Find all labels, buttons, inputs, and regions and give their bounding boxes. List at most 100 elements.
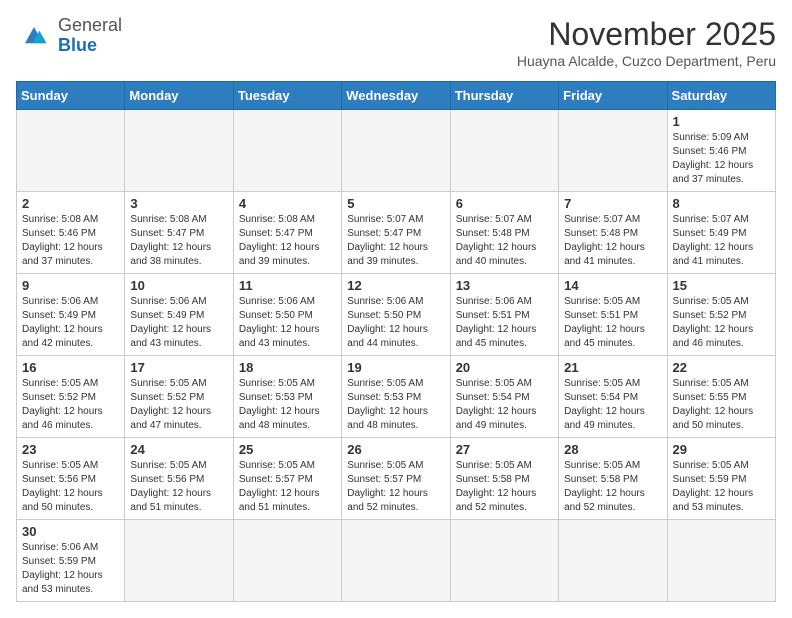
- day-info: Sunrise: 5:06 AM Sunset: 5:50 PM Dayligh…: [347, 295, 444, 351]
- day-number: 24: [130, 442, 227, 457]
- day-number: 4: [239, 196, 336, 211]
- weekday-header-saturday: Saturday: [667, 82, 775, 110]
- day-info: Sunrise: 5:05 AM Sunset: 5:54 PM Dayligh…: [456, 377, 553, 433]
- day-info: Sunrise: 5:06 AM Sunset: 5:49 PM Dayligh…: [22, 295, 119, 351]
- calendar-cell: 3Sunrise: 5:08 AM Sunset: 5:47 PM Daylig…: [125, 192, 233, 274]
- logo-blue: Blue: [58, 35, 97, 55]
- calendar-cell: 11 Sunrise: 5:06 AM Sunset: 5:50 PM Dayli…: [233, 274, 341, 356]
- day-number: 22: [673, 360, 770, 375]
- day-info: Sunrise: 5:05 AM Sunset: 5:55 PM Dayligh…: [673, 377, 770, 433]
- day-number: 9: [22, 278, 119, 293]
- calendar-cell: [667, 520, 775, 602]
- day-number: 11: [239, 278, 336, 293]
- day-info: Sunrise: 5:05 AM Sunset: 5:52 PM Dayligh…: [673, 295, 770, 351]
- day-info: Sunrise: 5:05 AM Sunset: 5:51 PM Dayligh…: [564, 295, 661, 351]
- day-number: 1: [673, 114, 770, 129]
- weekday-header-friday: Friday: [559, 82, 667, 110]
- calendar-week-6: 30Sunrise: 5:06 AM Sunset: 5:59 PM Dayli…: [17, 520, 776, 602]
- day-number: 29: [673, 442, 770, 457]
- weekday-header-wednesday: Wednesday: [342, 82, 450, 110]
- calendar-cell: 23 Sunrise: 5:05 AM Sunset: 5:56 PM Dayli…: [17, 438, 125, 520]
- day-number: 18: [239, 360, 336, 375]
- calendar-cell: 24 Sunrise: 5:05 AM Sunset: 5:56 PM Dayli…: [125, 438, 233, 520]
- calendar-cell: 22 Sunrise: 5:05 AM Sunset: 5:55 PM Dayli…: [667, 356, 775, 438]
- weekday-header-monday: Monday: [125, 82, 233, 110]
- calendar-cell: [450, 110, 558, 192]
- day-number: 23: [22, 442, 119, 457]
- title-block: November 2025 Huayna Alcalde, Cuzco Depa…: [517, 16, 776, 69]
- calendar-cell: [559, 520, 667, 602]
- day-info: Sunrise: 5:05 AM Sunset: 5:56 PM Dayligh…: [130, 459, 227, 515]
- calendar-cell: 12 Sunrise: 5:06 AM Sunset: 5:50 PM Dayli…: [342, 274, 450, 356]
- day-info: Sunrise: 5:07 AM Sunset: 5:49 PM Dayligh…: [673, 213, 770, 269]
- calendar-cell: 27Sunrise: 5:05 AM Sunset: 5:58 PM Dayli…: [450, 438, 558, 520]
- calendar-cell: 28 Sunrise: 5:05 AM Sunset: 5:58 PM Dayli…: [559, 438, 667, 520]
- day-info: Sunrise: 5:05 AM Sunset: 5:53 PM Dayligh…: [347, 377, 444, 433]
- calendar-cell: [450, 520, 558, 602]
- day-number: 8: [673, 196, 770, 211]
- calendar-cell: [17, 110, 125, 192]
- day-info: Sunrise: 5:05 AM Sunset: 5:53 PM Dayligh…: [239, 377, 336, 433]
- page-header: General Blue November 2025 Huayna Alcald…: [16, 16, 776, 69]
- logo-general: General: [58, 15, 122, 35]
- day-info: Sunrise: 5:07 AM Sunset: 5:48 PM Dayligh…: [456, 213, 553, 269]
- calendar-cell: 21 Sunrise: 5:05 AM Sunset: 5:54 PM Dayli…: [559, 356, 667, 438]
- calendar-cell: 26 Sunrise: 5:05 AM Sunset: 5:57 PM Dayli…: [342, 438, 450, 520]
- day-number: 28: [564, 442, 661, 457]
- weekday-header-sunday: Sunday: [17, 82, 125, 110]
- day-info: Sunrise: 5:08 AM Sunset: 5:47 PM Dayligh…: [239, 213, 336, 269]
- calendar-week-2: 2Sunrise: 5:08 AM Sunset: 5:46 PM Daylig…: [17, 192, 776, 274]
- calendar-cell: [125, 110, 233, 192]
- logo-icon: [16, 18, 52, 54]
- day-info: Sunrise: 5:05 AM Sunset: 5:54 PM Dayligh…: [564, 377, 661, 433]
- calendar-cell: 17Sunrise: 5:05 AM Sunset: 5:52 PM Dayli…: [125, 356, 233, 438]
- day-number: 21: [564, 360, 661, 375]
- day-info: Sunrise: 5:05 AM Sunset: 5:58 PM Dayligh…: [456, 459, 553, 515]
- calendar-cell: 30Sunrise: 5:06 AM Sunset: 5:59 PM Dayli…: [17, 520, 125, 602]
- day-number: 26: [347, 442, 444, 457]
- day-number: 19: [347, 360, 444, 375]
- day-number: 13: [456, 278, 553, 293]
- calendar-cell: 10Sunrise: 5:06 AM Sunset: 5:49 PM Dayli…: [125, 274, 233, 356]
- day-info: Sunrise: 5:05 AM Sunset: 5:52 PM Dayligh…: [22, 377, 119, 433]
- calendar-table: SundayMondayTuesdayWednesdayThursdayFrid…: [16, 81, 776, 602]
- calendar-cell: 9 Sunrise: 5:06 AM Sunset: 5:49 PM Daylig…: [17, 274, 125, 356]
- day-number: 6: [456, 196, 553, 211]
- day-info: Sunrise: 5:05 AM Sunset: 5:57 PM Dayligh…: [347, 459, 444, 515]
- calendar-cell: 14 Sunrise: 5:05 AM Sunset: 5:51 PM Dayli…: [559, 274, 667, 356]
- day-number: 2: [22, 196, 119, 211]
- calendar-cell: [559, 110, 667, 192]
- day-number: 5: [347, 196, 444, 211]
- calendar-cell: 6 Sunrise: 5:07 AM Sunset: 5:48 PM Daylig…: [450, 192, 558, 274]
- day-info: Sunrise: 5:05 AM Sunset: 5:58 PM Dayligh…: [564, 459, 661, 515]
- calendar-cell: [342, 520, 450, 602]
- logo-text: General Blue: [58, 16, 122, 56]
- day-info: Sunrise: 5:09 AM Sunset: 5:46 PM Dayligh…: [673, 131, 770, 187]
- day-info: Sunrise: 5:07 AM Sunset: 5:47 PM Dayligh…: [347, 213, 444, 269]
- calendar-cell: 19 Sunrise: 5:05 AM Sunset: 5:53 PM Dayli…: [342, 356, 450, 438]
- day-number: 3: [130, 196, 227, 211]
- calendar-cell: 7Sunrise: 5:07 AM Sunset: 5:48 PM Daylig…: [559, 192, 667, 274]
- calendar-week-1: 1 Sunrise: 5:09 AM Sunset: 5:46 PM Daylig…: [17, 110, 776, 192]
- day-number: 12: [347, 278, 444, 293]
- day-number: 20: [456, 360, 553, 375]
- calendar-cell: 5 Sunrise: 5:07 AM Sunset: 5:47 PM Daylig…: [342, 192, 450, 274]
- day-number: 15: [673, 278, 770, 293]
- day-info: Sunrise: 5:06 AM Sunset: 5:51 PM Dayligh…: [456, 295, 553, 351]
- calendar-cell: 29Sunrise: 5:05 AM Sunset: 5:59 PM Dayli…: [667, 438, 775, 520]
- day-number: 14: [564, 278, 661, 293]
- calendar-cell: 25 Sunrise: 5:05 AM Sunset: 5:57 PM Dayli…: [233, 438, 341, 520]
- day-info: Sunrise: 5:07 AM Sunset: 5:48 PM Dayligh…: [564, 213, 661, 269]
- day-info: Sunrise: 5:05 AM Sunset: 5:56 PM Dayligh…: [22, 459, 119, 515]
- calendar-cell: [125, 520, 233, 602]
- weekday-header-thursday: Thursday: [450, 82, 558, 110]
- calendar-cell: [342, 110, 450, 192]
- day-info: Sunrise: 5:06 AM Sunset: 5:50 PM Dayligh…: [239, 295, 336, 351]
- calendar-cell: 4 Sunrise: 5:08 AM Sunset: 5:47 PM Daylig…: [233, 192, 341, 274]
- day-info: Sunrise: 5:06 AM Sunset: 5:49 PM Dayligh…: [130, 295, 227, 351]
- day-number: 25: [239, 442, 336, 457]
- calendar-week-3: 9 Sunrise: 5:06 AM Sunset: 5:49 PM Daylig…: [17, 274, 776, 356]
- calendar-cell: 1 Sunrise: 5:09 AM Sunset: 5:46 PM Daylig…: [667, 110, 775, 192]
- day-info: Sunrise: 5:05 AM Sunset: 5:57 PM Dayligh…: [239, 459, 336, 515]
- calendar-cell: 13 Sunrise: 5:06 AM Sunset: 5:51 PM Dayli…: [450, 274, 558, 356]
